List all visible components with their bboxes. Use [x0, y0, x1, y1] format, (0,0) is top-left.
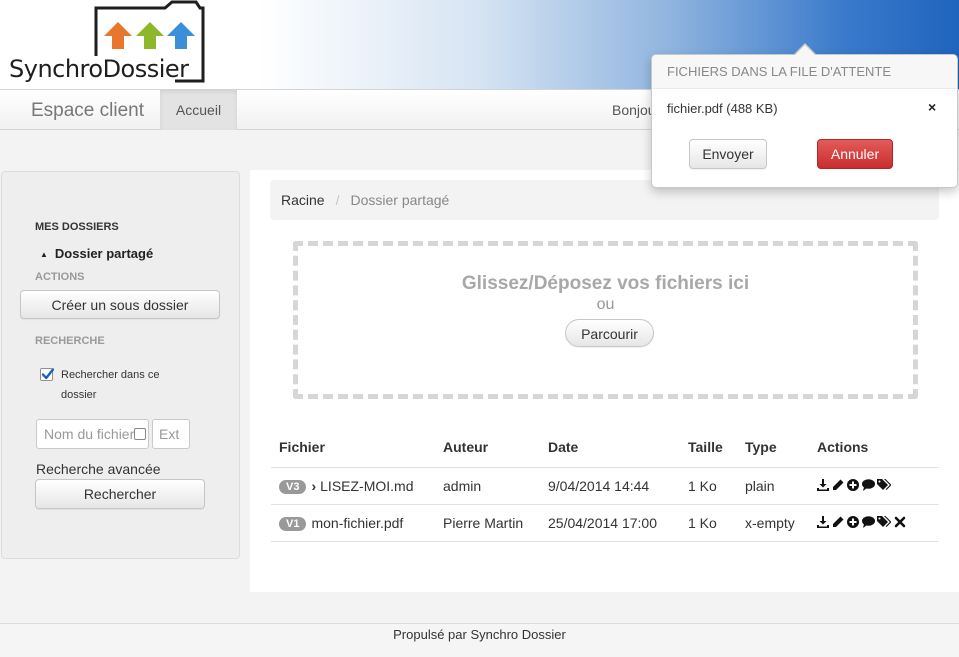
date-cell: 9/04/2014 14:44 — [540, 467, 680, 505]
search-in-folder-label: Rechercher dans ce dossier — [61, 369, 160, 401]
version-badge[interactable]: V1 — [279, 516, 307, 531]
footer: Propulsé par Synchro Dossier — [0, 623, 959, 657]
upload-queue-title: FICHIERS DANS LA FILE D'ATTENTE — [652, 55, 957, 89]
logo-text: SynchroDossier — [9, 55, 189, 83]
contact-card-icon — [134, 428, 146, 440]
version-badge[interactable]: V3 — [279, 479, 307, 494]
advanced-search-link[interactable]: Recherche avancée — [36, 461, 161, 477]
type-cell: x-empty — [737, 504, 809, 542]
brand-link[interactable]: Espace client — [31, 100, 144, 122]
type-cell: plain — [737, 467, 809, 505]
dropzone[interactable]: Glissez/Déposez vos fichiers ici ou Parc… — [293, 241, 918, 399]
download-icon[interactable] — [817, 515, 829, 528]
caret-down-icon: ▲ — [40, 250, 48, 260]
main-content: Racine / Dossier partagé Glissez/Déposez v… — [250, 170, 959, 592]
send-button[interactable]: Envoyer — [689, 139, 767, 169]
date-cell: 25/04/2014 17:00 — [540, 504, 680, 542]
nav-home-tab[interactable]: Accueil — [160, 90, 237, 130]
queued-file: fichier.pdf (488 KB) — [667, 101, 778, 116]
search-heading: RECHERCHE — [35, 335, 105, 347]
extension-placeholder: Ext — [159, 426, 180, 442]
popover-arrow-inner — [795, 45, 815, 55]
actions-heading: ACTIONS — [35, 271, 85, 283]
cancel-button[interactable]: Annuler — [817, 139, 893, 169]
col-taille[interactable]: Taille — [680, 427, 737, 468]
col-date[interactable]: Date — [540, 427, 680, 468]
browse-button[interactable]: Parcourir — [565, 319, 654, 347]
extension-input[interactable]: Ext — [152, 419, 190, 449]
pencil-icon[interactable] — [832, 516, 844, 528]
pencil-icon[interactable] — [832, 479, 844, 491]
sidebar-folder-dossier-partage[interactable]: ▲ Dossier partagé — [40, 246, 153, 261]
tags-icon[interactable] — [877, 478, 891, 491]
table-row: V3 › LISEZ-MOI.md admin 9/04/2014 14:44 1 … — [271, 467, 939, 505]
breadcrumb-separator: / — [335, 192, 340, 208]
file-cell[interactable]: V3 › LISEZ-MOI.md — [271, 467, 435, 505]
actions-cell — [809, 504, 939, 542]
download-icon[interactable] — [817, 478, 829, 491]
size-cell: 1 Ko — [680, 467, 737, 505]
folder-label: Dossier partagé — [54, 246, 154, 261]
table-row: V1 mon-fichier.pdf Pierre Martin 25/04/20… — [271, 504, 939, 542]
filename-placeholder: Nom du fichier — [44, 426, 135, 442]
search-button[interactable]: Rechercher — [35, 479, 205, 509]
size-cell: 1 Ko — [680, 504, 737, 542]
author-cell: Pierre Martin — [435, 504, 540, 542]
dropzone-title: Glissez/Déposez vos fichiers ici — [461, 273, 750, 294]
chevron-right-icon: › — [311, 477, 317, 494]
breadcrumb-current: Dossier partagé — [350, 192, 450, 208]
comment-icon[interactable] — [862, 478, 875, 491]
comment-icon[interactable] — [862, 515, 875, 528]
remove-file-icon[interactable]: × — [928, 99, 936, 115]
plus-circle-icon[interactable] — [847, 515, 859, 528]
breadcrumb-root[interactable]: Racine — [281, 192, 325, 208]
col-type[interactable]: Type — [737, 427, 809, 468]
col-fichier[interactable]: Fichier — [271, 427, 435, 468]
upload-queue-popover: FICHIERS DANS LA FILE D'ATTENTE fichier.… — [651, 54, 958, 188]
file-name[interactable]: LISEZ-MOI.md — [320, 478, 413, 494]
col-actions: Actions — [809, 427, 939, 468]
actions-cell — [809, 467, 939, 505]
my-folders-heading: MES DOSSIERS — [35, 221, 119, 233]
filename-input[interactable]: Nom du fichier — [36, 419, 149, 449]
sidebar: MES DOSSIERS ▲ Dossier partagé ACTIONS Cr… — [1, 171, 240, 559]
table-header-row: Fichier Auteur Date Taille Type Actions — [271, 427, 939, 468]
logo[interactable]: SynchroDossier — [0, 0, 215, 89]
check-icon — [41, 368, 54, 380]
delete-icon[interactable] — [894, 516, 906, 528]
files-table: Fichier Auteur Date Taille Type Actions … — [271, 427, 939, 542]
create-subfolder-button[interactable]: Créer un sous dossier — [20, 290, 220, 319]
search-in-folder-checkbox[interactable] — [40, 368, 54, 381]
file-name[interactable]: mon-fichier.pdf — [311, 515, 403, 531]
dropzone-or: ou — [596, 296, 615, 313]
plus-circle-icon[interactable] — [847, 478, 859, 491]
footer-text[interactable]: Propulsé par Synchro Dossier — [393, 627, 566, 642]
file-cell[interactable]: V1 mon-fichier.pdf — [271, 504, 435, 542]
author-cell: admin — [435, 467, 540, 505]
col-auteur[interactable]: Auteur — [435, 427, 540, 468]
tags-icon[interactable] — [877, 515, 891, 528]
